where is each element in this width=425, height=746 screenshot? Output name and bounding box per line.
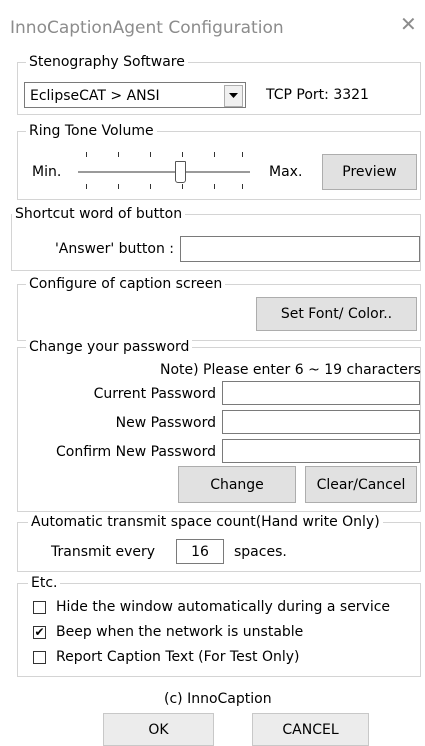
slider-tick (86, 152, 87, 157)
new-password-label: New Password (115, 415, 216, 431)
change-password-button[interactable]: Change (178, 466, 296, 503)
answer-button-label: 'Answer' button : (54, 241, 174, 257)
hide-window-label[interactable]: Hide the window automatically during a s… (56, 598, 390, 616)
tcp-port-label: TCP Port: 3321 (266, 87, 369, 103)
slider-tick (214, 152, 215, 157)
report-caption-checkbox[interactable] (33, 651, 46, 664)
chevron-down-icon[interactable] (224, 85, 243, 107)
ok-button[interactable]: OK (103, 713, 214, 746)
transmit-suffix-label: spaces. (234, 544, 287, 560)
transmit-count-input[interactable]: 16 (176, 539, 224, 564)
confirm-password-label: Confirm New Password (55, 444, 216, 460)
window-title: InnoCaptionAgent Configuration (10, 18, 284, 38)
slider-tick (242, 184, 243, 189)
etc-legend: Etc. (28, 574, 61, 592)
shortcut-legend: Shortcut word of button (12, 205, 186, 223)
clear-cancel-button[interactable]: Clear/Cancel (305, 466, 417, 503)
slider-tick (150, 152, 151, 157)
ring-volume-legend: Ring Tone Volume (26, 122, 157, 140)
slider-tick (150, 184, 151, 189)
slider-thumb[interactable] (175, 161, 186, 183)
current-password-label: Current Password (93, 386, 216, 402)
slider-tick (118, 184, 119, 189)
hide-window-checkbox[interactable] (33, 601, 46, 614)
slider-tick (242, 152, 243, 157)
preview-button[interactable]: Preview (322, 154, 417, 190)
slider-tick (182, 184, 183, 189)
caption-screen-legend: Configure of caption screen (26, 275, 226, 293)
steno-selected-value: EclipseCAT > ANSI (30, 88, 160, 104)
current-password-input[interactable] (222, 381, 420, 405)
report-caption-label[interactable]: Report Caption Text (For Test Only) (56, 648, 299, 666)
slider-tick (118, 152, 119, 157)
new-password-input[interactable] (222, 410, 420, 434)
answer-word-input[interactable] (180, 236, 420, 262)
auto-transmit-legend: Automatic transmit space count(Hand writ… (28, 513, 383, 531)
password-note: Note) Please enter 6 ~ 19 characters (160, 362, 421, 378)
slider-tick (86, 184, 87, 189)
transmit-prefix-label: Transmit every (51, 544, 156, 560)
volume-min-label: Min. (32, 164, 62, 180)
password-legend: Change your password (26, 338, 193, 356)
volume-slider[interactable] (78, 148, 250, 192)
confirm-password-input[interactable] (222, 439, 420, 463)
slider-track (78, 171, 250, 173)
stenography-legend: Stenography Software (26, 53, 188, 71)
slider-tick (182, 152, 183, 157)
close-icon[interactable]: ✕ (400, 14, 417, 34)
beep-network-checkbox[interactable]: ✔ (33, 626, 46, 639)
copyright-text: (c) InnoCaption (164, 691, 272, 707)
steno-software-select[interactable]: EclipseCAT > ANSI (24, 82, 246, 108)
slider-tick (214, 184, 215, 189)
beep-network-label[interactable]: Beep when the network is unstable (56, 623, 303, 641)
volume-max-label: Max. (269, 164, 303, 180)
cancel-button[interactable]: CANCEL (252, 713, 369, 746)
set-font-color-button[interactable]: Set Font/ Color.. (256, 297, 417, 331)
